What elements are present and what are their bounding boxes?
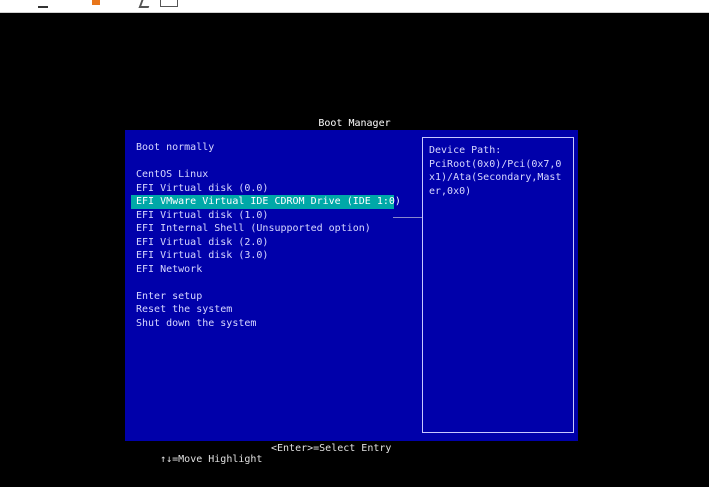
send-keys-icon[interactable] — [138, 0, 152, 8]
menu-item-efi-virtual-disk-0[interactable]: EFI Virtual disk (0.0) — [136, 182, 414, 196]
key-hints-footer: ↑↓=Move Highlight <Enter>=Select Entry — [136, 443, 391, 487]
move-highlight-hint: ↑↓=Move Highlight — [160, 454, 263, 465]
menu-item-efi-virtual-disk-3[interactable]: EFI Virtual disk (3.0) — [136, 249, 414, 263]
toolbar-icon[interactable] — [38, 0, 48, 8]
menu-item-efi-cdrom-drive[interactable]: EFI VMware Virtual IDE CDROM Drive (IDE … — [131, 195, 401, 209]
screenshot-icon[interactable] — [160, 0, 178, 7]
menu-item-boot-normally[interactable]: Boot normally — [136, 141, 414, 155]
menu-item-reset-system[interactable]: Reset the system — [136, 303, 414, 317]
menu-item-enter-setup[interactable]: Enter setup — [136, 290, 414, 304]
select-entry-hint: <Enter>=Select Entry — [271, 443, 392, 454]
menu-item-efi-virtual-disk-2[interactable]: EFI Virtual disk (2.0) — [136, 236, 414, 250]
menu-item-shut-down[interactable]: Shut down the system — [136, 317, 414, 331]
menu-spacer — [136, 276, 414, 290]
device-path-help-box: Device Path: PciRoot(0x0)/Pci(0x7,0x1)/A… — [422, 137, 574, 433]
menu-spacer — [136, 155, 414, 169]
vm-console-screen[interactable]: Boot Manager Boot normally CentOS Linux … — [0, 13, 709, 481]
menu-item-efi-internal-shell[interactable]: EFI Internal Shell (Unsupported option) — [136, 222, 414, 236]
menu-item-centos-linux[interactable]: CentOS Linux — [136, 168, 414, 182]
boot-manager-panel: Boot normally CentOS Linux EFI Virtual d… — [125, 130, 578, 441]
menu-item-efi-network[interactable]: EFI Network — [136, 263, 414, 277]
page-title: Boot Manager — [318, 118, 391, 129]
selection-connector — [393, 217, 422, 218]
boot-menu: Boot normally CentOS Linux EFI Virtual d… — [131, 141, 414, 331]
menu-item-efi-virtual-disk-1[interactable]: EFI Virtual disk (1.0) — [136, 209, 414, 223]
device-path-text: Device Path: PciRoot(0x0)/Pci(0x7,0x1)/A… — [429, 145, 562, 197]
pause-icon[interactable] — [92, 0, 100, 5]
host-toolbar — [0, 0, 709, 13]
